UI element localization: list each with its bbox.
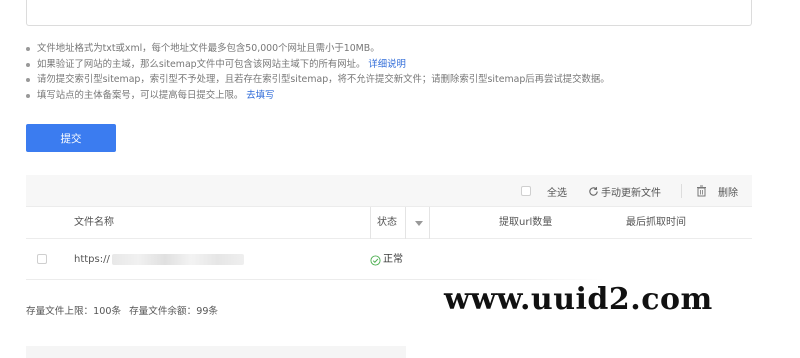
bullet-dot <box>26 47 30 51</box>
quota-remaining: 存量文件余额：99条 <box>129 306 219 317</box>
refresh-icon <box>589 186 598 196</box>
select-all-label[interactable]: 全选 <box>547 175 567 207</box>
watermark-text: www.uuid2.com <box>444 282 713 317</box>
column-last-crawl: 最后抓取时间 <box>626 217 686 228</box>
bullet-dot <box>26 78 30 82</box>
status-filter[interactable]: 状态 <box>370 207 430 239</box>
sitemap-url-textarea[interactable] <box>26 0 752 26</box>
quota-limit: 存量文件上限：100条 <box>26 306 122 317</box>
toolbar-divider <box>681 184 682 198</box>
table-header: 文件名称 状态 提取url数量 最后抓取时间 <box>26 207 752 239</box>
file-url-prefix: https:// <box>74 254 110 265</box>
tip-text: 如果验证了网站的主域，那么sitemap文件中可包含该网站主域下的所有网址。 <box>37 58 366 70</box>
bullet-dot <box>26 93 30 98</box>
tip-item: 如果验证了网站的主域，那么sitemap文件中可包含该网站主域下的所有网址。 详细… <box>26 57 786 73</box>
watermark: www.uuid2.com <box>440 280 800 350</box>
column-status: 状态 <box>377 217 397 228</box>
table-toolbar: 全选 手动更新文件 删除 <box>26 175 752 207</box>
submit-button[interactable]: 提交 <box>26 124 116 152</box>
status-text: 正常 <box>383 254 403 265</box>
checkbox-icon[interactable] <box>37 254 47 264</box>
status-dropdown[interactable] <box>405 207 431 239</box>
caret-down-icon <box>414 220 423 226</box>
manual-update-button[interactable]: 手动更新文件 <box>588 175 661 207</box>
trash-icon <box>697 185 706 197</box>
details-link[interactable]: 详细说明 <box>368 59 406 70</box>
fill-in-link[interactable]: 去填写 <box>246 90 274 101</box>
column-file-name: 文件名称 <box>74 217 114 228</box>
tip-text: 请勿提交索引型sitemap，索引型不予处理，且若存在索引型sitemap，将不… <box>37 74 610 85</box>
footer-bar <box>26 346 406 358</box>
tip-item: 请勿提交索引型sitemap，索引型不予处理，且若存在索引型sitemap，将不… <box>26 72 786 88</box>
tip-text: 文件地址格式为txt或xml，每个地址文件最多包含50,000个网址且需小于10… <box>37 43 380 54</box>
bullet-dot <box>26 62 30 67</box>
delete-button[interactable]: 删除 <box>696 175 738 207</box>
quota-info: 存量文件上限：100条 存量文件余额：99条 <box>26 303 218 317</box>
select-all-checkbox[interactable] <box>521 175 531 207</box>
status-cell: 正常 <box>370 240 403 280</box>
delete-label: 删除 <box>718 187 738 199</box>
status-ok: 正常 <box>370 240 403 280</box>
file-url-cell[interactable]: https:// <box>74 240 244 280</box>
checkbox-icon[interactable] <box>521 186 531 196</box>
redacted-url <box>111 253 244 265</box>
check-circle-icon <box>370 254 381 266</box>
column-url-count: 提取url数量 <box>499 217 553 228</box>
tip-item: 文件地址格式为txt或xml，每个地址文件最多包含50,000个网址且需小于10… <box>26 41 786 57</box>
tip-text: 填写站点的主体备案号，可以提高每日提交上限。 <box>37 89 244 101</box>
tip-item: 填写站点的主体备案号，可以提高每日提交上限。 去填写 <box>26 88 786 104</box>
row-checkbox[interactable] <box>37 240 47 280</box>
manual-update-label: 手动更新文件 <box>601 187 661 199</box>
tips-list: 文件地址格式为txt或xml，每个地址文件最多包含50,000个网址且需小于10… <box>26 41 786 103</box>
